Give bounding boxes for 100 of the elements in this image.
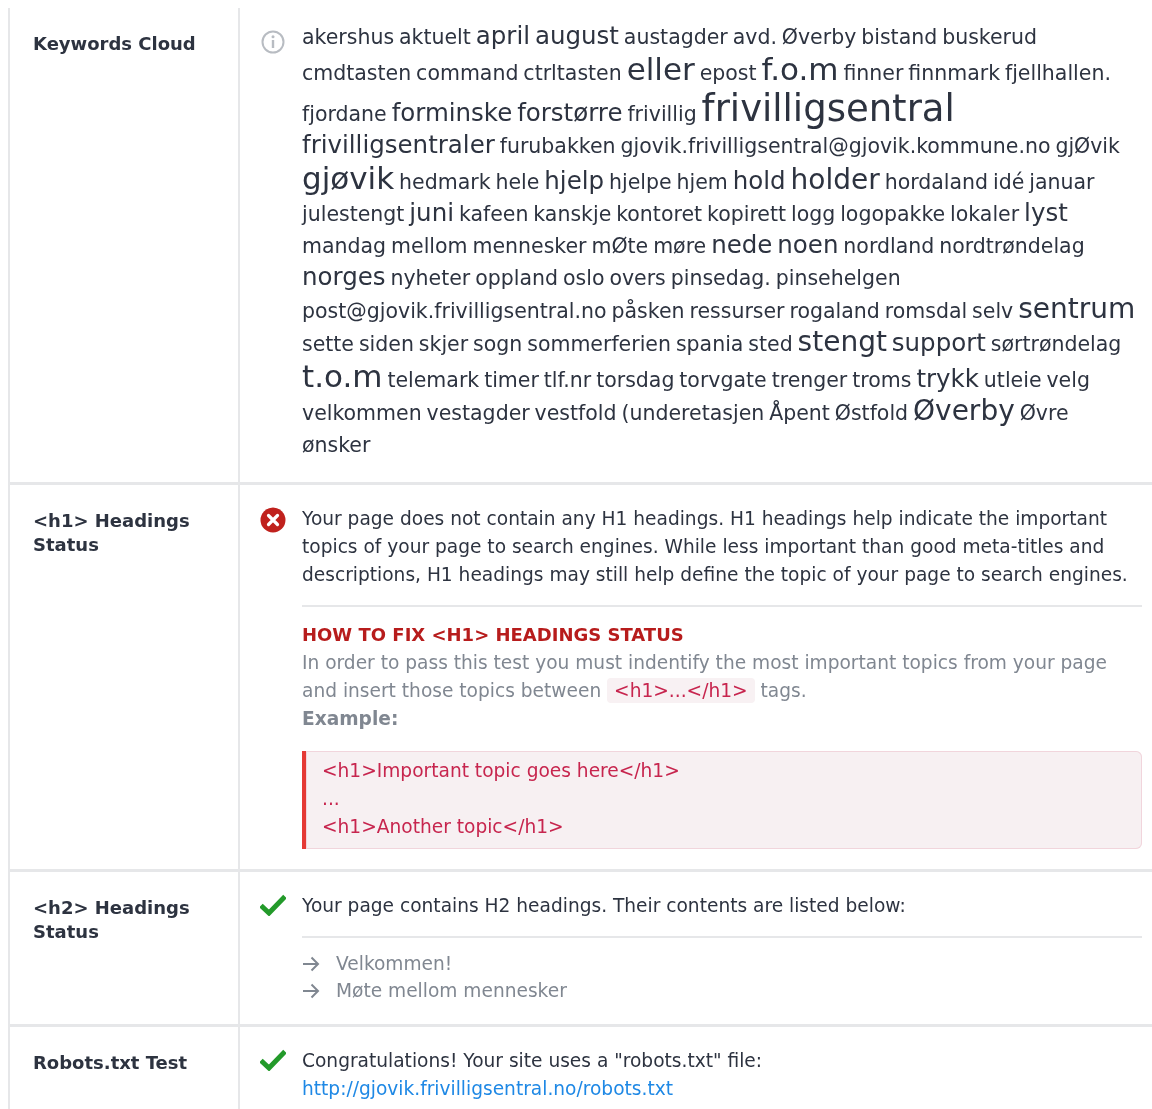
keyword: fjellhallen. [1004,61,1111,85]
keyword: hordaland [884,170,989,194]
keyword: epost [699,61,757,85]
keyword: mennesker [472,234,587,258]
keyword: ønsker [302,433,371,457]
keyword: post@gjovik.frivilligsentral.no [302,299,607,323]
keyword: finnmark [908,61,1001,85]
row-label: Keywords Cloud [33,32,196,56]
keyword: hold [732,166,786,195]
keyword: ctrltasten [523,61,622,85]
keyword: idé [993,170,1025,194]
keyword: Østfold [834,401,909,425]
keyword: juni [409,198,454,227]
fix-title: HOW TO FIX <H1> HEADINGS STATUS [302,623,685,647]
keyword: velg [1046,368,1090,392]
keyword: akershus [302,25,395,49]
keyword: Øvre [1019,401,1069,425]
keyword: overs [609,266,666,290]
keyword: mandag [302,234,387,258]
keyword: eller [626,51,695,87]
keyword: frivillig [627,102,697,126]
fix-instructions: In order to pass this test you must indentify the most important topics from your page and insert those topics between <h1>...</h1> tags. [302,651,1108,705]
status-message: Congratulations! Your site uses a "robots.txt" file: [302,1049,764,1073]
keyword: siden [358,332,414,356]
keyword: cmdtasten [302,61,412,85]
keyword: rogaland [789,299,880,323]
keyword: oslo [563,266,605,290]
keyword: noen [777,230,839,259]
keyword: telemark [387,368,480,392]
row-label: Robots.txt Test [33,1051,188,1075]
keyword: torsdag [596,368,675,392]
keyword: møre [653,234,707,258]
keyword: Åpent [769,401,830,425]
keyword: (underetasjen [621,401,765,425]
keyword: f.o.m [761,51,839,87]
keyword: påsken [611,299,685,323]
keyword: oppland [475,266,559,290]
keyword: hjelp [544,166,605,195]
keyword: forminske [391,98,513,127]
keyword: sentrum [1018,292,1136,325]
keyword: april [475,21,530,50]
keyword: ressurser [689,299,785,323]
keyword: avd. [732,25,777,49]
keyword: utleie [983,368,1042,392]
keyword: timer [484,368,539,392]
keyword: logg [791,202,836,226]
keyword: aktuelt [399,25,471,49]
status-message: Your page does not contain any H1 headings. H1 headings help indicate the important topics of your page to search engines. While less important than good meta-titles and descriptions, H1 headings may still help define the topic of your page to search engines. [302,507,1129,587]
keyword: nede [711,230,773,259]
keyword: logopakke [840,202,946,226]
keyword: stengt [797,325,887,358]
heading-item: Møte mellom mennesker [336,979,567,1003]
keyword: t.o.m [302,358,383,394]
keyword: finner [843,61,904,85]
arrow-icon [302,982,320,999]
heading-item: Velkommen! [336,952,453,976]
keyword: gjØvik [1055,134,1120,158]
keyword: vestagder [426,401,530,425]
keyword: selv [972,299,1014,323]
keyword: velkommen [302,401,422,425]
keyword: sørtrøndelag [990,332,1122,356]
keyword: furubakken [499,134,616,158]
keyword: torvgate [679,368,767,392]
keyword: nordland [843,234,935,258]
keyword: frivilligsentral [701,87,955,130]
keyword: sette [302,332,354,356]
keyword: tlf.nr [543,368,592,392]
arrow-icon [302,955,320,972]
keyword: bistand [861,25,938,49]
keyword: Øverby [913,394,1015,427]
keyword: support [891,328,986,357]
keyword: trenger [771,368,848,392]
keyword: trykk [916,364,979,393]
keyword: gjovik.frivilligsentral@gjovik.kommune.no [620,134,1051,158]
info-icon [261,30,285,54]
keyword: lokaler [950,202,1020,226]
keyword: romsdal [884,299,968,323]
keyword: buskerud [942,25,1037,49]
check-icon [260,894,286,916]
check-icon [260,1049,286,1071]
example-label: Example: [302,707,399,731]
keyword: gjøvik [302,160,395,196]
keyword: vestfold [534,401,617,425]
keyword: skjer [418,332,469,356]
keyword: pinsehelgen [775,266,901,290]
keyword: spania [675,332,744,356]
status-message: Your page contains H2 headings. Their contents are listed below: [302,894,907,918]
robots-link[interactable]: http://gjovik.frivilligsentral.no/robots.txt [302,1078,673,1099]
keyword: julestengt [302,202,405,226]
keyword: fjordane [302,102,387,126]
keyword: norges [302,262,386,291]
keyword: sted [748,332,793,356]
error-icon [260,507,286,533]
keyword: sommerferien [527,332,671,356]
code-line: <h1>Another topic</h1> [322,815,564,839]
keyword: Øverby [781,25,857,49]
keyword: mellom [391,234,468,258]
keyword: hele [495,170,540,194]
keyword: hjelpe [609,170,672,194]
code-line: ... [322,787,340,811]
